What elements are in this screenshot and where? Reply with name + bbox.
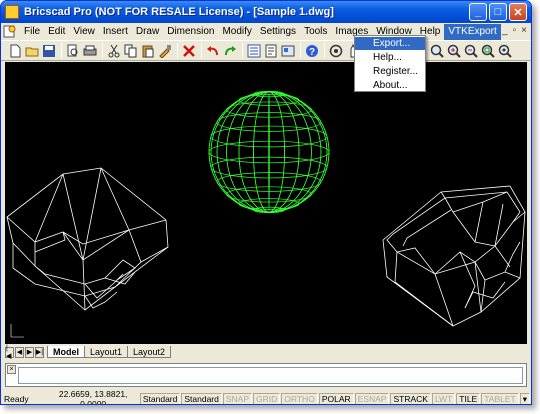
model-space-view[interactable] — [5, 62, 527, 344]
toolbar-separator — [61, 43, 62, 58]
coordinate-readout: 22.6659, 13.8821, 0.0000 — [58, 388, 128, 405]
menu-tools[interactable]: Tools — [300, 24, 331, 40]
title-bar[interactable]: Bricscad Pro (NOT FOR RESALE License) - … — [1, 1, 531, 23]
help-icon[interactable]: ? — [304, 43, 319, 58]
doc-restore-button[interactable]: ▫ — [513, 25, 517, 36]
minimize-button[interactable]: _ — [469, 3, 487, 21]
menu-item-help[interactable]: Help... — [355, 51, 425, 64]
drawing-canvas[interactable] — [5, 62, 527, 344]
command-line-close-button[interactable]: × — [7, 365, 16, 374]
toolbar-separator — [300, 43, 301, 58]
window-title: Bricscad Pro (NOT FOR RESALE License) - … — [24, 6, 334, 18]
last-tab-button[interactable]: ▶| — [35, 346, 44, 358]
menu-item-export[interactable]: Export... — [355, 37, 425, 50]
status-bar: Ready 22.6659, 13.8821, 0.0000 Standard S… — [1, 388, 531, 405]
menu-view[interactable]: View — [69, 24, 99, 40]
menu-item-about[interactable]: About... — [355, 79, 425, 92]
status-text: Ready — [4, 393, 29, 404]
status-toggle-strack-7[interactable]: STRACK — [390, 392, 431, 404]
match-properties-icon[interactable] — [157, 43, 172, 58]
orbit-icon[interactable] — [328, 43, 343, 58]
print-preview-icon[interactable] — [65, 43, 80, 58]
toolbar-separator — [242, 43, 243, 58]
menu-insert[interactable]: Insert — [99, 24, 132, 40]
menu-file[interactable]: File — [20, 24, 44, 40]
menu-items: File Edit View Insert Draw Dimension Modify Set… — [20, 23, 501, 40]
menu-edit[interactable]: Edit — [44, 24, 69, 40]
window-controls: _ □ ✕ — [469, 3, 527, 21]
wireframe-sphere[interactable] — [208, 90, 330, 214]
print-icon[interactable] — [82, 43, 97, 58]
status-toggle-snap-2[interactable]: SNAP — [222, 392, 253, 404]
status-toggle-ortho-4[interactable]: ORTHO — [281, 392, 318, 404]
status-toggle-standard-0[interactable]: Standard — [139, 392, 181, 404]
svg-text:?: ? — [308, 47, 314, 58]
status-toggles: Standard Standard SNAP GRID ORTHO POLAR ESNAP S… — [139, 392, 520, 404]
status-menu-button[interactable]: ▾ — [519, 392, 530, 404]
save-icon[interactable] — [41, 43, 56, 58]
toolbar-separator — [324, 43, 325, 58]
open-icon[interactable] — [24, 43, 39, 58]
maximize-button[interactable]: □ — [489, 3, 507, 21]
toolbar-separator — [102, 43, 103, 58]
doc-close-button[interactable]: × — [521, 25, 527, 36]
status-toggle-tablet-10[interactable]: TABLET — [481, 392, 519, 404]
layout-tabs: Model Layout1 Layout2 — [47, 346, 172, 358]
menu-vtkexport[interactable]: VTKExport — [444, 23, 501, 40]
left-solid[interactable] — [6, 167, 169, 311]
layers-icon[interactable] — [246, 43, 261, 58]
menu-modify[interactable]: Modify — [218, 24, 255, 40]
layout-tabs-bar: |◀ ◀ ▶ ▶| Model Layout1 Layout2 — [5, 345, 527, 360]
zoom-out-icon[interactable] — [463, 43, 478, 58]
standard-toolbar: ? — [1, 40, 531, 61]
status-toggle-tile-9[interactable]: TILE — [456, 392, 481, 404]
close-button[interactable]: ✕ — [509, 3, 527, 21]
application-window: Bricscad Pro (NOT FOR RESALE License) - … — [0, 0, 532, 405]
paste-icon[interactable] — [140, 43, 155, 58]
prev-tab-button[interactable]: ◀ — [15, 346, 24, 358]
cut-icon[interactable] — [106, 43, 121, 58]
menu-item-register[interactable]: Register... — [355, 65, 425, 78]
undo-icon[interactable] — [205, 43, 220, 58]
vtkexport-menu: Export... Help... Register... About... — [354, 35, 426, 92]
redo-icon[interactable] — [222, 43, 237, 58]
menu-settings[interactable]: Settings — [256, 24, 300, 40]
design-center-icon[interactable] — [280, 43, 295, 58]
status-toggle-lwt-8[interactable]: LWT — [431, 392, 456, 404]
ucs-marker — [10, 324, 24, 338]
zoom-tools — [429, 43, 514, 58]
doc-minimize-button[interactable]: _ — [502, 25, 508, 36]
zoom-icon[interactable] — [429, 43, 444, 58]
status-toggle-standard-1[interactable]: Standard — [181, 392, 222, 404]
zoom-window-icon[interactable] — [480, 43, 495, 58]
copy-icon[interactable] — [123, 43, 138, 58]
menu-dimension[interactable]: Dimension — [163, 24, 218, 40]
first-tab-button[interactable]: |◀ — [5, 345, 14, 360]
new-icon[interactable] — [7, 43, 22, 58]
document-icon[interactable] — [3, 25, 17, 38]
status-toggle-grid-3[interactable]: GRID — [253, 392, 281, 404]
status-toggle-polar-5[interactable]: POLAR — [318, 392, 354, 404]
command-line-panel: × — [5, 363, 527, 387]
menu-draw[interactable]: Draw — [132, 24, 163, 40]
delete-icon[interactable] — [181, 43, 196, 58]
zoom-extents-icon[interactable] — [497, 43, 512, 58]
status-toggle-esnap-6[interactable]: ESNAP — [354, 392, 390, 404]
bricscad-app-icon[interactable] — [5, 5, 19, 19]
right-solid[interactable] — [382, 185, 526, 327]
menu-bar: File Edit View Insert Draw Dimension Modify Set… — [1, 23, 531, 40]
tab-layout2[interactable]: Layout2 — [127, 346, 172, 358]
properties-icon[interactable] — [263, 43, 278, 58]
zoom-in-icon[interactable] — [446, 43, 461, 58]
tab-model[interactable]: Model — [47, 346, 85, 358]
toolbar-separator — [201, 43, 202, 58]
command-line-input[interactable] — [18, 367, 523, 384]
document-window-controls: _ ▫ × — [502, 25, 527, 36]
toolbar-separator — [177, 43, 178, 58]
tab-layout1[interactable]: Layout1 — [84, 346, 129, 358]
next-tab-button[interactable]: ▶ — [25, 346, 34, 358]
